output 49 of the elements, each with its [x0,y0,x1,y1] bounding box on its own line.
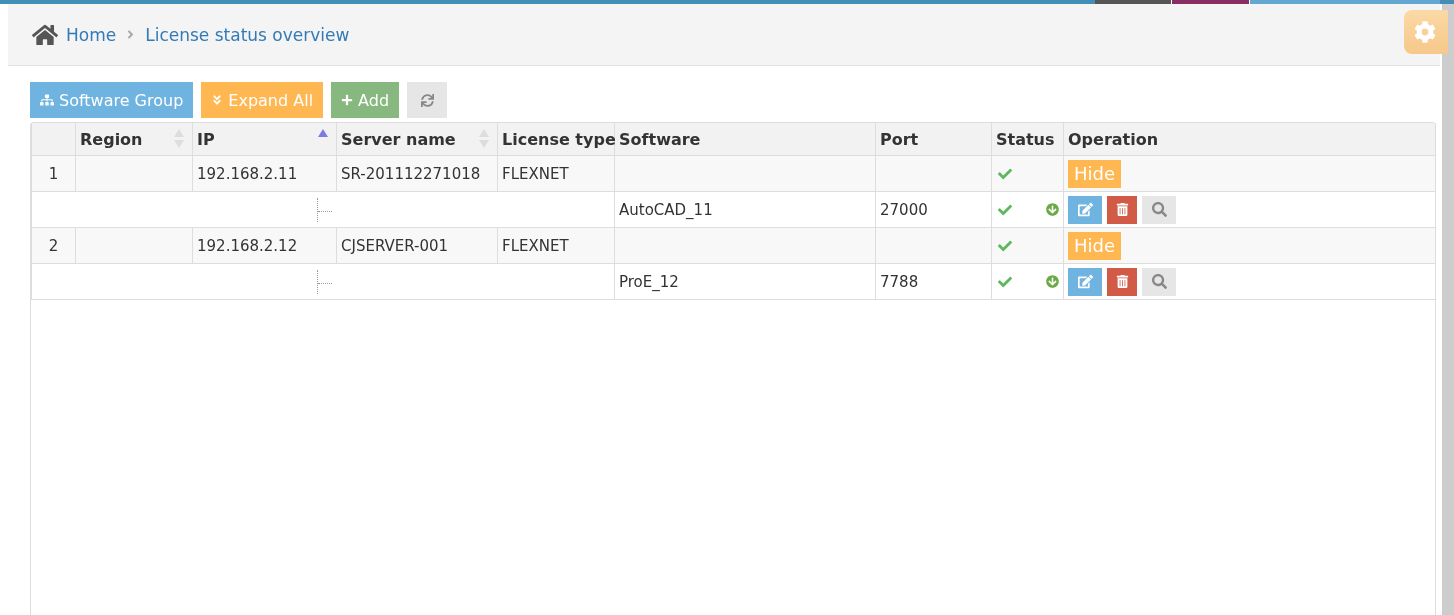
breadcrumb-link[interactable]: License status overview [145,24,350,45]
table-cell: 192.168.2.12 [192,227,337,264]
edit-button[interactable] [1068,267,1102,296]
scrollbar[interactable] [1442,4,1454,615]
table-cell: AutoCAD_11 [614,191,876,228]
table-cell: 192.168.2.11 [192,155,337,192]
edit-icon [1077,202,1093,217]
tree-connector [317,270,334,294]
add-button[interactable]: Add [331,82,400,118]
column-header: License type [497,123,615,156]
table-cell: FLEXNET [497,227,615,264]
refresh-icon [420,93,434,107]
column-header: Software [614,123,876,156]
delete-button[interactable] [1107,267,1137,296]
edit-button[interactable] [1068,195,1102,224]
settings-icon [1414,21,1436,43]
column-header[interactable]: IP [192,123,337,156]
sort-ascending-icon[interactable] [318,129,328,137]
download-icon[interactable] [1046,203,1059,216]
table-cell: SR-201112271018 [336,155,498,192]
tree-connector [317,198,334,222]
trash-icon [1115,275,1129,288]
double-chevron-down-icon [211,94,224,106]
search-button[interactable] [1142,195,1176,224]
search-button[interactable] [1142,267,1176,296]
row-number-cell: 1 [31,155,76,192]
software-group-button[interactable]: Software Group [30,82,194,118]
trash-icon [1115,203,1129,216]
table-cell: CJSERVER-001 [336,227,498,264]
table-cell: ProE_12 [614,263,876,300]
column-header[interactable]: Server name [336,123,498,156]
table-cell: FLEXNET [497,155,615,192]
download-icon[interactable] [1046,275,1059,288]
search-icon [1151,274,1167,289]
table-cell: 27000 [875,191,992,228]
row-number-cell: 2 [31,227,76,264]
breadcrumb-link[interactable]: Home [66,24,117,45]
delete-button[interactable] [1107,195,1137,224]
settings-button[interactable] [1404,10,1448,54]
edit-icon [1077,274,1093,289]
column-header: Status [991,123,1064,156]
refresh-button[interactable] [407,82,448,118]
sitemap-icon [40,93,54,107]
search-icon [1151,202,1167,217]
table-cell: 7788 [875,263,992,300]
column-header: Operation [1063,123,1436,156]
plus-icon [341,94,354,106]
column-header[interactable]: Region [75,123,193,156]
column-header: Port [875,123,992,156]
